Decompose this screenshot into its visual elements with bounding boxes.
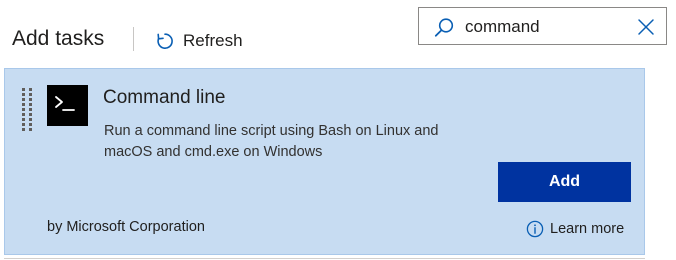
bottom-divider <box>4 258 645 259</box>
info-icon <box>526 220 544 238</box>
drag-handle[interactable] <box>22 88 34 131</box>
search-icon <box>433 17 455 39</box>
terminal-icon <box>47 85 88 126</box>
learn-more-link[interactable]: Learn more <box>526 220 624 238</box>
refresh-label: Refresh <box>183 31 243 50</box>
task-card[interactable]: Command line Run a command line script u… <box>4 68 645 255</box>
task-description: Run a command line script using Bash on … <box>104 123 439 160</box>
header-divider <box>133 27 134 51</box>
add-button[interactable]: Add <box>498 162 631 202</box>
header-title: Add tasks <box>12 27 105 50</box>
refresh-icon <box>155 31 175 51</box>
learn-more-label: Learn more <box>550 221 625 237</box>
task-title: Command line <box>103 87 226 108</box>
publisher-label: by Microsoft Corporation <box>47 219 205 235</box>
search-input[interactable] <box>465 14 625 40</box>
clear-search-icon[interactable] <box>636 17 656 37</box>
search-box[interactable] <box>418 7 667 45</box>
refresh-button[interactable]: Refresh <box>155 27 243 55</box>
